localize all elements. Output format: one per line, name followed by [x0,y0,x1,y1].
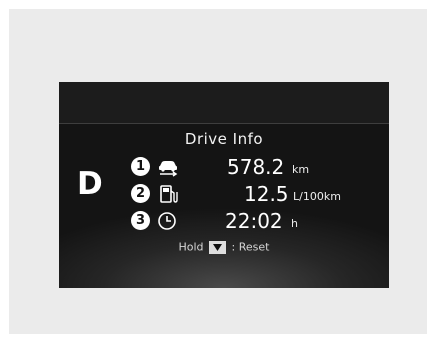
fuel-economy-unit: L/100km [293,190,341,203]
row-marker: 2 [131,184,150,203]
elapsed-time-unit: h [291,217,298,230]
fuel-pump-icon [160,185,178,203]
cluster-display: Drive Info D 1 578.2 km 2 12.5 L/100km 3… [59,82,389,288]
display-title: Drive Info [184,130,264,148]
reset-hint-suffix: : Reset [231,240,270,254]
drive-info-row-time: 3 22:02 h [59,209,389,233]
display-top-bar [59,82,389,124]
fuel-economy-value: 12.5 [244,182,289,206]
car-distance-icon [159,161,178,177]
drive-info-row-distance: 1 578.2 km [59,155,389,179]
figure-frame: Drive Info D 1 578.2 km 2 12.5 L/100km 3… [9,9,427,334]
clock-icon [158,212,176,230]
reset-hint: Hold : Reset [59,240,389,254]
distance-unit: km [292,163,310,176]
row-marker: 1 [131,157,150,176]
distance-value: 578.2 [227,155,285,179]
down-arrow-key-icon [209,240,227,254]
drive-info-row-fuel: 2 12.5 L/100km [59,182,389,206]
reset-hint-prefix: Hold [178,240,204,254]
elapsed-time-value: 22:02 [225,209,283,233]
row-marker: 3 [131,211,150,230]
